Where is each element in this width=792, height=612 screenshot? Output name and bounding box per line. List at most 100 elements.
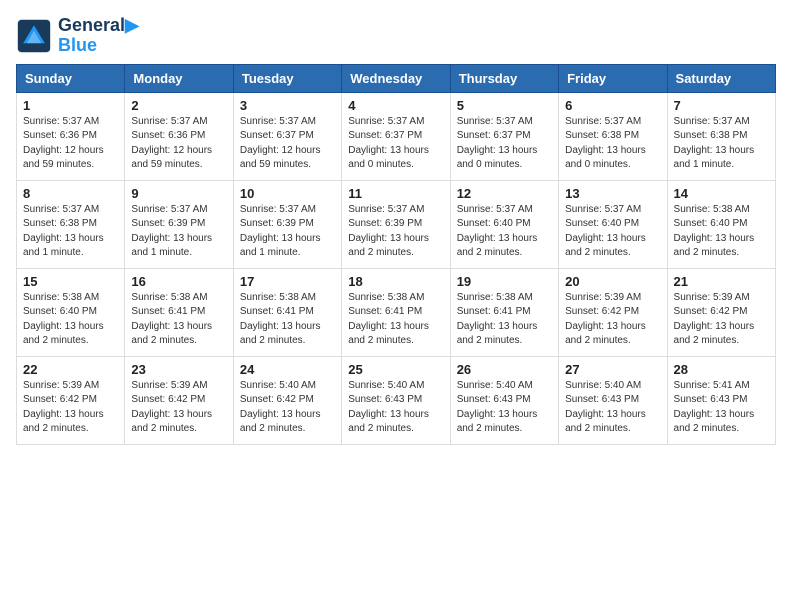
cell-text: Sunrise: 5:41 AMSunset: 6:43 PMDaylight:… bbox=[674, 379, 769, 437]
day-number: 21 bbox=[674, 274, 769, 289]
calendar-cell: 18 Sunrise: 5:38 AMSunset: 6:41 PMDayligh… bbox=[342, 268, 450, 356]
calendar-cell: 2 Sunrise: 5:37 AMSunset: 6:36 PMDaylight… bbox=[125, 92, 233, 180]
day-number: 4 bbox=[348, 98, 443, 113]
day-number: 2 bbox=[131, 98, 226, 113]
logo-text: General▶ Blue bbox=[58, 16, 139, 56]
cell-text: Sunrise: 5:38 AMSunset: 6:41 PMDaylight:… bbox=[348, 291, 443, 349]
day-number: 10 bbox=[240, 186, 335, 201]
day-number: 23 bbox=[131, 362, 226, 377]
cell-text: Sunrise: 5:37 AMSunset: 6:37 PMDaylight:… bbox=[457, 115, 552, 173]
cell-text: Sunrise: 5:40 AMSunset: 6:42 PMDaylight:… bbox=[240, 379, 335, 437]
calendar-cell: 20 Sunrise: 5:39 AMSunset: 6:42 PMDayligh… bbox=[559, 268, 667, 356]
col-header-saturday: Saturday bbox=[667, 64, 775, 92]
calendar-cell: 3 Sunrise: 5:37 AMSunset: 6:37 PMDaylight… bbox=[233, 92, 341, 180]
day-number: 11 bbox=[348, 186, 443, 201]
col-header-sunday: Sunday bbox=[17, 64, 125, 92]
col-header-friday: Friday bbox=[559, 64, 667, 92]
cell-text: Sunrise: 5:37 AMSunset: 6:38 PMDaylight:… bbox=[23, 203, 118, 261]
calendar-cell: 15 Sunrise: 5:38 AMSunset: 6:40 PMDayligh… bbox=[17, 268, 125, 356]
day-number: 26 bbox=[457, 362, 552, 377]
calendar-cell: 16 Sunrise: 5:38 AMSunset: 6:41 PMDayligh… bbox=[125, 268, 233, 356]
calendar-cell: 17 Sunrise: 5:38 AMSunset: 6:41 PMDayligh… bbox=[233, 268, 341, 356]
cell-text: Sunrise: 5:40 AMSunset: 6:43 PMDaylight:… bbox=[348, 379, 443, 437]
cell-text: Sunrise: 5:37 AMSunset: 6:40 PMDaylight:… bbox=[457, 203, 552, 261]
calendar-cell: 12 Sunrise: 5:37 AMSunset: 6:40 PMDayligh… bbox=[450, 180, 558, 268]
day-number: 13 bbox=[565, 186, 660, 201]
calendar-cell: 8 Sunrise: 5:37 AMSunset: 6:38 PMDaylight… bbox=[17, 180, 125, 268]
day-number: 18 bbox=[348, 274, 443, 289]
week-row-1: 1 Sunrise: 5:37 AMSunset: 6:36 PMDaylight… bbox=[17, 92, 776, 180]
day-number: 12 bbox=[457, 186, 552, 201]
col-header-tuesday: Tuesday bbox=[233, 64, 341, 92]
cell-text: Sunrise: 5:40 AMSunset: 6:43 PMDaylight:… bbox=[565, 379, 660, 437]
col-header-monday: Monday bbox=[125, 64, 233, 92]
cell-text: Sunrise: 5:37 AMSunset: 6:39 PMDaylight:… bbox=[348, 203, 443, 261]
cell-text: Sunrise: 5:37 AMSunset: 6:36 PMDaylight:… bbox=[23, 115, 118, 173]
cell-text: Sunrise: 5:37 AMSunset: 6:38 PMDaylight:… bbox=[674, 115, 769, 173]
cell-text: Sunrise: 5:39 AMSunset: 6:42 PMDaylight:… bbox=[565, 291, 660, 349]
calendar-cell: 7 Sunrise: 5:37 AMSunset: 6:38 PMDaylight… bbox=[667, 92, 775, 180]
cell-text: Sunrise: 5:37 AMSunset: 6:39 PMDaylight:… bbox=[240, 203, 335, 261]
calendar-cell: 25 Sunrise: 5:40 AMSunset: 6:43 PMDayligh… bbox=[342, 356, 450, 444]
calendar-cell: 10 Sunrise: 5:37 AMSunset: 6:39 PMDayligh… bbox=[233, 180, 341, 268]
day-number: 5 bbox=[457, 98, 552, 113]
day-number: 19 bbox=[457, 274, 552, 289]
cell-text: Sunrise: 5:38 AMSunset: 6:41 PMDaylight:… bbox=[240, 291, 335, 349]
calendar-cell: 4 Sunrise: 5:37 AMSunset: 6:37 PMDaylight… bbox=[342, 92, 450, 180]
cell-text: Sunrise: 5:37 AMSunset: 6:37 PMDaylight:… bbox=[348, 115, 443, 173]
day-number: 9 bbox=[131, 186, 226, 201]
day-number: 17 bbox=[240, 274, 335, 289]
cell-text: Sunrise: 5:38 AMSunset: 6:40 PMDaylight:… bbox=[674, 203, 769, 261]
cell-text: Sunrise: 5:39 AMSunset: 6:42 PMDaylight:… bbox=[23, 379, 118, 437]
week-row-2: 8 Sunrise: 5:37 AMSunset: 6:38 PMDaylight… bbox=[17, 180, 776, 268]
cell-text: Sunrise: 5:38 AMSunset: 6:41 PMDaylight:… bbox=[131, 291, 226, 349]
calendar-cell: 13 Sunrise: 5:37 AMSunset: 6:40 PMDayligh… bbox=[559, 180, 667, 268]
cell-text: Sunrise: 5:38 AMSunset: 6:41 PMDaylight:… bbox=[457, 291, 552, 349]
page-header: General▶ Blue bbox=[16, 16, 776, 56]
calendar-cell: 9 Sunrise: 5:37 AMSunset: 6:39 PMDaylight… bbox=[125, 180, 233, 268]
cell-text: Sunrise: 5:37 AMSunset: 6:37 PMDaylight:… bbox=[240, 115, 335, 173]
calendar-cell: 14 Sunrise: 5:38 AMSunset: 6:40 PMDayligh… bbox=[667, 180, 775, 268]
day-number: 6 bbox=[565, 98, 660, 113]
cell-text: Sunrise: 5:37 AMSunset: 6:39 PMDaylight:… bbox=[131, 203, 226, 261]
calendar-cell: 1 Sunrise: 5:37 AMSunset: 6:36 PMDaylight… bbox=[17, 92, 125, 180]
col-header-wednesday: Wednesday bbox=[342, 64, 450, 92]
cell-text: Sunrise: 5:38 AMSunset: 6:40 PMDaylight:… bbox=[23, 291, 118, 349]
cell-text: Sunrise: 5:37 AMSunset: 6:40 PMDaylight:… bbox=[565, 203, 660, 261]
day-number: 25 bbox=[348, 362, 443, 377]
cell-text: Sunrise: 5:40 AMSunset: 6:43 PMDaylight:… bbox=[457, 379, 552, 437]
day-number: 15 bbox=[23, 274, 118, 289]
day-number: 24 bbox=[240, 362, 335, 377]
cell-text: Sunrise: 5:37 AMSunset: 6:38 PMDaylight:… bbox=[565, 115, 660, 173]
calendar-cell: 5 Sunrise: 5:37 AMSunset: 6:37 PMDaylight… bbox=[450, 92, 558, 180]
calendar-table: SundayMondayTuesdayWednesdayThursdayFrid… bbox=[16, 64, 776, 445]
calendar-cell: 11 Sunrise: 5:37 AMSunset: 6:39 PMDayligh… bbox=[342, 180, 450, 268]
day-number: 16 bbox=[131, 274, 226, 289]
cell-text: Sunrise: 5:37 AMSunset: 6:36 PMDaylight:… bbox=[131, 115, 226, 173]
day-number: 3 bbox=[240, 98, 335, 113]
calendar-cell: 21 Sunrise: 5:39 AMSunset: 6:42 PMDayligh… bbox=[667, 268, 775, 356]
logo: General▶ Blue bbox=[16, 16, 139, 56]
cell-text: Sunrise: 5:39 AMSunset: 6:42 PMDaylight:… bbox=[131, 379, 226, 437]
day-number: 20 bbox=[565, 274, 660, 289]
calendar-cell: 19 Sunrise: 5:38 AMSunset: 6:41 PMDayligh… bbox=[450, 268, 558, 356]
day-number: 14 bbox=[674, 186, 769, 201]
day-number: 28 bbox=[674, 362, 769, 377]
calendar-cell: 22 Sunrise: 5:39 AMSunset: 6:42 PMDayligh… bbox=[17, 356, 125, 444]
col-header-thursday: Thursday bbox=[450, 64, 558, 92]
day-number: 8 bbox=[23, 186, 118, 201]
calendar-cell: 26 Sunrise: 5:40 AMSunset: 6:43 PMDayligh… bbox=[450, 356, 558, 444]
calendar-cell: 27 Sunrise: 5:40 AMSunset: 6:43 PMDayligh… bbox=[559, 356, 667, 444]
calendar-cell: 6 Sunrise: 5:37 AMSunset: 6:38 PMDaylight… bbox=[559, 92, 667, 180]
cell-text: Sunrise: 5:39 AMSunset: 6:42 PMDaylight:… bbox=[674, 291, 769, 349]
day-number: 1 bbox=[23, 98, 118, 113]
day-number: 7 bbox=[674, 98, 769, 113]
calendar-header-row: SundayMondayTuesdayWednesdayThursdayFrid… bbox=[17, 64, 776, 92]
calendar-cell: 24 Sunrise: 5:40 AMSunset: 6:42 PMDayligh… bbox=[233, 356, 341, 444]
logo-icon bbox=[16, 18, 52, 54]
calendar-cell: 23 Sunrise: 5:39 AMSunset: 6:42 PMDayligh… bbox=[125, 356, 233, 444]
week-row-4: 22 Sunrise: 5:39 AMSunset: 6:42 PMDayligh… bbox=[17, 356, 776, 444]
day-number: 27 bbox=[565, 362, 660, 377]
calendar-cell: 28 Sunrise: 5:41 AMSunset: 6:43 PMDayligh… bbox=[667, 356, 775, 444]
day-number: 22 bbox=[23, 362, 118, 377]
